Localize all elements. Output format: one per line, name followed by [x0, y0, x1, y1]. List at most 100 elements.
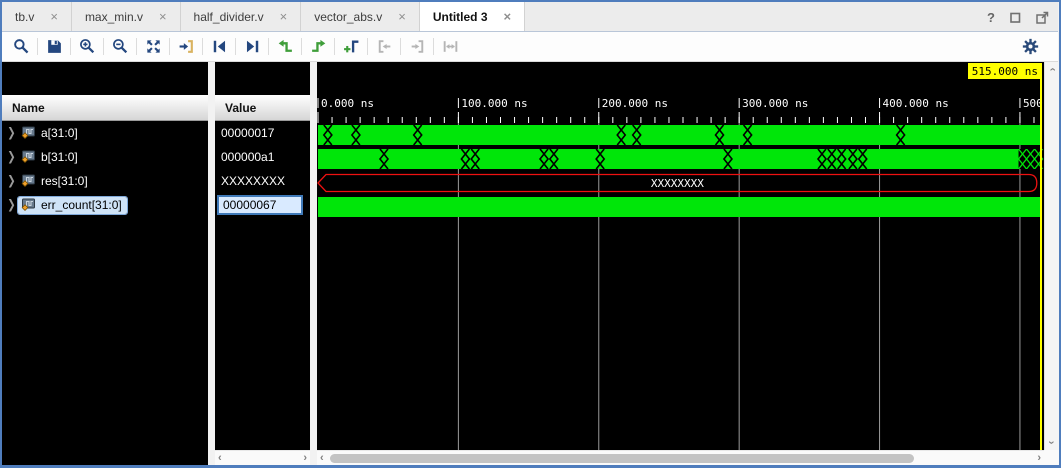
tab-half-divider-v[interactable]: half_divider.v ×	[181, 2, 302, 31]
tab-max-min-v[interactable]: max_min.v ×	[72, 2, 181, 31]
wave-row-a-31-0-[interactable]	[317, 125, 1044, 145]
zoom-out-button[interactable]	[108, 35, 132, 59]
go-to-last-time-button[interactable]	[240, 35, 264, 59]
toolbar-separator	[235, 38, 236, 55]
bus-signal-icon	[21, 198, 36, 212]
bus-signal-icon	[21, 174, 36, 188]
zoom-in-button[interactable]	[75, 35, 99, 59]
toolbar-separator	[169, 38, 170, 55]
tab-untitled-3[interactable]: Untitled 3 ×	[420, 2, 525, 31]
signal-name-panel: Name ❯a[31:0]❯b[31:0]❯res[31:0]❯err_coun…	[2, 62, 208, 465]
previous-transition-button[interactable]	[273, 35, 297, 59]
wave-row-b-31-0-[interactable]	[317, 149, 1044, 169]
cursor-time-badge: 515.000 ns	[968, 63, 1042, 79]
scroll-up-icon[interactable]: ‹	[1046, 68, 1057, 72]
ruler-tick-label: 100.000 ns	[461, 97, 527, 110]
tab-close-icon[interactable]: ×	[504, 10, 512, 23]
toolbar-separator	[301, 38, 302, 55]
find-button[interactable]	[9, 35, 33, 59]
signal-value-rows: 00000017 000000a1 XXXXXXXX 00000067	[215, 121, 310, 217]
signal-name-rows: ❯a[31:0]❯b[31:0]❯res[31:0]❯err_count[31:…	[2, 121, 208, 217]
toolbar-separator	[37, 38, 38, 55]
signal-name-box[interactable]: err_count[31:0]	[18, 197, 127, 214]
toolbar-separator	[268, 38, 269, 55]
name-column-header[interactable]: Name	[2, 95, 208, 121]
signal-row[interactable]: ❯ res[31:0]	[2, 169, 208, 193]
help-icon[interactable]: ?	[987, 10, 995, 25]
tab-label: vector_abs.v	[314, 10, 382, 24]
scroll-left-icon[interactable]: ‹	[320, 453, 324, 464]
signal-name-box[interactable]: res[31:0]	[18, 173, 93, 190]
tab-label: Untitled 3	[433, 10, 488, 24]
signal-row[interactable]: ❯b[31:0]	[2, 145, 208, 169]
undefined-bus-value: XXXXXXXX	[651, 177, 704, 190]
signal-value-row[interactable]: 00000017	[215, 121, 310, 145]
swap-cursors-button	[438, 35, 462, 59]
ruler-tick-label: 200.000 ns	[602, 97, 668, 110]
tab-close-icon[interactable]: ×	[159, 10, 167, 23]
signal-name-box[interactable]: b[31:0]	[18, 149, 83, 166]
wave-vertical-scrollbar[interactable]: ‹ ‹	[1044, 62, 1059, 450]
wave-scrollbar-thumb[interactable]	[330, 454, 914, 463]
signal-value: XXXXXXXX	[221, 174, 285, 188]
tab-label: max_min.v	[85, 10, 143, 24]
time-ruler[interactable]: 0.000 ns 100.000 ns 200.000 ns 300.000 ns 40…	[317, 95, 1044, 123]
wave-row-res-31-0-[interactable]: XXXXXXXX	[317, 173, 1044, 193]
ruler-tick-label: 300.000 ns	[742, 97, 808, 110]
signal-value-panel: Value 00000017 000000a1 XXXXXXXX 00000067 ‹…	[215, 62, 310, 465]
value-column-header[interactable]: Value	[215, 95, 310, 121]
tab-close-icon[interactable]: ×	[398, 10, 406, 23]
expander-icon[interactable]: ❯	[5, 126, 18, 140]
waveform-rows[interactable]: XXXXXXXX	[317, 123, 1044, 450]
zoom-fit-button[interactable]	[141, 35, 165, 59]
waveform-panel[interactable]: 515.000 ns 0.000 ns 100.000 ns 200.000 ns 3…	[317, 62, 1044, 465]
signal-value-row[interactable]: XXXXXXXX	[215, 169, 310, 193]
time-cursor-line[interactable]	[1040, 79, 1042, 450]
settings-button[interactable]	[1018, 35, 1042, 59]
signal-value-row[interactable]: 000000a1	[215, 145, 310, 169]
tab-close-icon[interactable]: ×	[50, 10, 58, 23]
expander-icon[interactable]: ❯	[5, 174, 18, 188]
value-header-label: Value	[225, 101, 256, 115]
scroll-right-icon[interactable]: ›	[1037, 453, 1041, 464]
scroll-down-icon[interactable]: ‹	[1046, 441, 1057, 445]
go-to-time-0-button[interactable]	[207, 35, 231, 59]
toolbar-separator	[136, 38, 137, 55]
toolbar-separator	[103, 38, 104, 55]
signal-name-box[interactable]: a[31:0]	[18, 125, 83, 142]
ruler-tick-label: 0.000 ns	[321, 97, 374, 110]
add-marker-button[interactable]	[339, 35, 363, 59]
signal-row[interactable]: ❯err_count[31:0]	[2, 193, 208, 217]
tab-bar: tb.v×max_min.v×half_divider.v×vector_abs…	[2, 2, 1058, 32]
save-button[interactable]	[42, 35, 66, 59]
scrollbar-corner	[1044, 450, 1059, 465]
toolbar-separator	[334, 38, 335, 55]
signal-value-row[interactable]: 00000067	[215, 193, 310, 217]
value-horizontal-scrollbar[interactable]: ‹ ›	[215, 450, 310, 465]
tab-close-icon[interactable]: ×	[280, 10, 288, 23]
wave-toolbar	[2, 32, 1058, 62]
signal-row[interactable]: ❯a[31:0]	[2, 121, 208, 145]
toolbar-separator	[70, 38, 71, 55]
name-header-label: Name	[12, 101, 45, 115]
ruler-tick-label: 400.000 ns	[883, 97, 949, 110]
tab-tb-v[interactable]: tb.v×	[2, 2, 72, 31]
next-transition-button[interactable]	[306, 35, 330, 59]
signal-value: 00000017	[221, 126, 274, 140]
signal-name: res[31:0]	[41, 174, 88, 188]
scroll-right-icon[interactable]: ›	[303, 453, 307, 464]
maximize-icon[interactable]	[1010, 12, 1021, 23]
float-icon[interactable]	[1036, 11, 1049, 24]
toolbar-separator	[202, 38, 203, 55]
go-to-time-cursor-button[interactable]	[174, 35, 198, 59]
expander-icon[interactable]: ❯	[5, 150, 18, 164]
tab-label: half_divider.v	[194, 10, 264, 24]
previous-marker-button	[372, 35, 396, 59]
toolbar-separator	[367, 38, 368, 55]
signal-value: 000000a1	[221, 150, 274, 164]
tab-vector-abs-v[interactable]: vector_abs.v ×	[301, 2, 420, 31]
wave-horizontal-scrollbar[interactable]: ‹ ›	[317, 450, 1044, 465]
scroll-left-icon[interactable]: ‹	[218, 453, 222, 464]
expander-icon[interactable]: ❯	[5, 198, 18, 212]
wave-row-err_count-31-0-[interactable]	[317, 197, 1044, 217]
